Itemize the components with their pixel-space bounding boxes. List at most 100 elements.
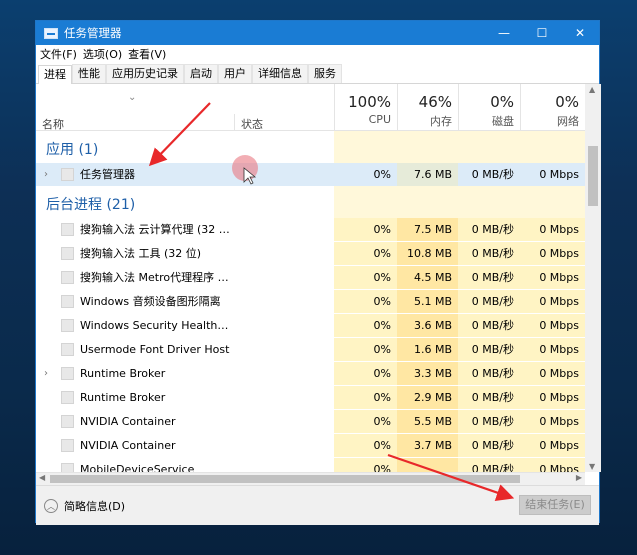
menu-file[interactable]: 文件(F) xyxy=(40,46,77,62)
table-row[interactable]: Windows Security Health Ser... 0% 3.6 MB… xyxy=(36,314,585,337)
process-name: Runtime Broker xyxy=(80,391,166,404)
tab-strip: 进程 性能 应用历史记录 启动 用户 详细信息 服务 xyxy=(36,63,599,84)
process-disk: 0 MB/秒 xyxy=(458,266,520,289)
column-name[interactable]: 名称 xyxy=(42,116,64,132)
process-icon xyxy=(61,343,74,356)
process-network: 0 Mbps xyxy=(520,386,585,409)
tab-processes[interactable]: 进程 xyxy=(38,65,72,84)
process-icon xyxy=(61,415,74,428)
table-row[interactable]: Windows 音频设备图形隔离 0% 5.1 MB 0 MB/秒 0 Mbps xyxy=(36,290,585,313)
close-button[interactable]: ✕ xyxy=(561,21,599,45)
process-name: 任务管理器 xyxy=(80,168,135,181)
process-name: 搜狗输入法 工具 (32 位) xyxy=(80,247,202,260)
tab-app-history[interactable]: 应用历史记录 xyxy=(106,64,184,83)
tab-users[interactable]: 用户 xyxy=(218,64,252,83)
tab-startup[interactable]: 启动 xyxy=(184,64,218,83)
process-icon xyxy=(61,367,74,380)
column-cpu[interactable]: 100% CPU xyxy=(334,84,397,130)
process-disk: 0 MB/秒 xyxy=(458,338,520,361)
group-background-title: 后台进程 (21) xyxy=(46,197,136,213)
process-icon xyxy=(61,391,74,404)
column-status[interactable]: 状态 xyxy=(241,116,263,132)
process-memory: 2.9 MB xyxy=(397,386,458,409)
column-network[interactable]: 0% 网络 xyxy=(520,84,585,130)
scroll-up-icon[interactable]: ▲ xyxy=(589,85,595,94)
cpu-total: 100% xyxy=(348,93,391,111)
process-memory: 3.6 MB xyxy=(397,314,458,337)
process-network: 0 Mbps xyxy=(520,242,585,265)
end-task-button[interactable]: 结束任务(E) xyxy=(519,495,591,515)
process-network: 0 Mbps xyxy=(520,266,585,289)
process-icon xyxy=(61,439,74,452)
process-name: NVIDIA Container xyxy=(80,415,176,428)
table-row[interactable]: MobileDeviceService 0% 0 MB/秒 0 Mbps xyxy=(36,458,585,472)
table-row[interactable]: 搜狗输入法 Metro代理程序 (32... 0% 4.5 MB 0 MB/秒 … xyxy=(36,266,585,289)
scroll-left-icon[interactable]: ◀ xyxy=(39,473,45,482)
process-disk: 0 MB/秒 xyxy=(458,242,520,265)
fewer-details-button[interactable]: ︿ 简略信息(D) xyxy=(44,498,125,514)
process-disk: 0 MB/秒 xyxy=(458,218,520,241)
process-disk: 0 MB/秒 xyxy=(458,386,520,409)
maximize-button[interactable]: ☐ xyxy=(523,21,561,45)
vertical-scrollbar[interactable]: ▲ ▼ xyxy=(585,84,601,472)
table-row[interactable]: › 任务管理器 0% 7.6 MB 0 MB/秒 0 Mbps xyxy=(36,163,585,186)
app-icon xyxy=(61,168,74,181)
process-name: Windows 音频设备图形隔离 xyxy=(80,295,221,308)
process-cpu: 0% xyxy=(334,338,397,361)
process-cpu: 0% xyxy=(334,290,397,313)
table-row[interactable]: NVIDIA Container 0% 3.7 MB 0 MB/秒 0 Mbps xyxy=(36,434,585,457)
process-cpu: 0% xyxy=(334,314,397,337)
process-network: 0 Mbps xyxy=(539,168,579,181)
tab-details[interactable]: 详细信息 xyxy=(252,64,308,83)
column-disk[interactable]: 0% 磁盘 xyxy=(458,84,520,130)
tab-services[interactable]: 服务 xyxy=(308,64,342,83)
process-cpu: 0% xyxy=(334,218,397,241)
process-name: MobileDeviceService xyxy=(80,463,195,472)
table-row[interactable]: Usermode Font Driver Host 0% 1.6 MB 0 MB… xyxy=(36,338,585,361)
vertical-scroll-thumb[interactable] xyxy=(588,146,598,206)
fewer-details-label: 简略信息(D) xyxy=(64,500,126,513)
minimize-button[interactable]: — xyxy=(485,21,523,45)
process-cpu: 0% xyxy=(334,242,397,265)
process-disk: 0 MB/秒 xyxy=(458,290,520,313)
process-name: 搜狗输入法 Metro代理程序 (32... xyxy=(80,271,230,284)
tab-performance[interactable]: 性能 xyxy=(72,64,106,83)
group-background: 后台进程 (21) xyxy=(36,186,585,218)
process-icon xyxy=(61,247,74,260)
process-cpu: 0% xyxy=(334,266,397,289)
process-memory: 5.5 MB xyxy=(397,410,458,433)
click-highlight xyxy=(232,155,258,181)
expand-chevron-icon[interactable]: › xyxy=(44,362,48,385)
scroll-right-icon[interactable]: ▶ xyxy=(576,473,582,482)
menu-bar: 文件(F) 选项(O) 查看(V) xyxy=(36,45,172,63)
table-row[interactable]: NVIDIA Container 0% 5.5 MB 0 MB/秒 0 Mbps xyxy=(36,410,585,433)
process-memory: 3.3 MB xyxy=(397,362,458,385)
scroll-down-icon[interactable]: ▼ xyxy=(589,462,595,471)
process-network: 0 Mbps xyxy=(520,338,585,361)
table-row[interactable]: 搜狗输入法 工具 (32 位) 0% 10.8 MB 0 MB/秒 0 Mbps xyxy=(36,242,585,265)
process-disk: 0 MB/秒 xyxy=(458,434,520,457)
process-icon xyxy=(61,463,74,472)
column-memory[interactable]: 46% 内存 xyxy=(397,84,458,130)
disk-total: 0% xyxy=(490,93,514,111)
menu-view[interactable]: 查看(V) xyxy=(128,46,166,62)
table-row[interactable]: Runtime Broker 0% 2.9 MB 0 MB/秒 0 Mbps xyxy=(36,386,585,409)
process-disk: 0 MB/秒 xyxy=(458,314,520,337)
process-icon xyxy=(61,295,74,308)
table-row[interactable]: 搜狗输入法 云计算代理 (32 位) 0% 7.5 MB 0 MB/秒 0 Mb… xyxy=(36,218,585,241)
process-memory: 1.6 MB xyxy=(397,338,458,361)
menu-options[interactable]: 选项(O) xyxy=(83,46,122,62)
process-network: 0 Mbps xyxy=(520,218,585,241)
task-manager-icon xyxy=(44,27,58,39)
expand-chevron-icon[interactable]: › xyxy=(44,163,48,186)
memory-label: 内存 xyxy=(430,115,452,128)
process-cpu: 0% xyxy=(334,458,397,472)
column-header: ⌄ 名称 状态 100% CPU 46% 内存 0% 磁盘 0% 网络 xyxy=(36,84,585,131)
horizontal-scroll-thumb[interactable] xyxy=(50,475,520,483)
sort-chevron-icon[interactable]: ⌄ xyxy=(128,92,136,103)
horizontal-scrollbar[interactable]: ◀ ▶ xyxy=(36,472,585,486)
table-row[interactable]: › Runtime Broker 0% 3.3 MB 0 MB/秒 0 Mbps xyxy=(36,362,585,385)
process-network: 0 Mbps xyxy=(520,314,585,337)
memory-total: 46% xyxy=(418,93,452,111)
title-bar[interactable]: 任务管理器 — ☐ ✕ xyxy=(36,21,599,45)
